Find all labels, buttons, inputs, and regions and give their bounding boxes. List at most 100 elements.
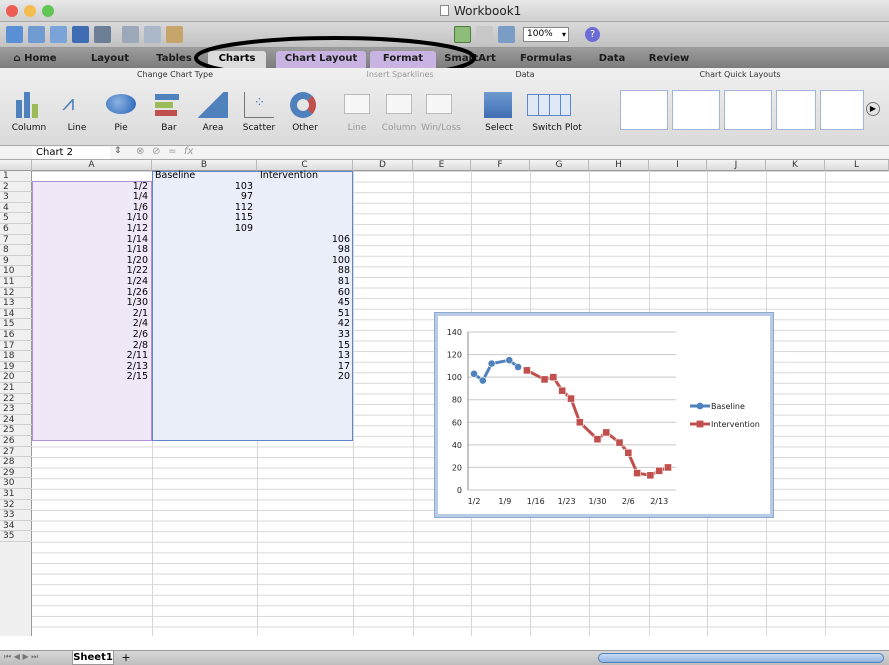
help-icon[interactable]: ? [585, 27, 600, 42]
date-cell[interactable]: 2/15 [32, 372, 148, 383]
area-chart-icon[interactable] [198, 92, 228, 118]
row-header[interactable]: 13 [0, 298, 32, 309]
row-header[interactable]: 17 [0, 341, 32, 352]
row-header[interactable]: 15 [0, 319, 32, 330]
more-layouts-arrow-icon[interactable]: ▶ [866, 102, 880, 116]
column-header[interactable]: I [649, 160, 707, 171]
row-header[interactable]: 6 [0, 224, 32, 235]
row-header[interactable]: 2 [0, 182, 32, 193]
copy-icon[interactable] [144, 26, 161, 43]
sparkline-winloss-icon[interactable] [426, 94, 452, 114]
select-data-icon[interactable] [484, 92, 512, 118]
intervention-cell[interactable]: 20 [257, 372, 350, 383]
intervention-cell[interactable]: 51 [257, 308, 350, 320]
open-icon[interactable] [50, 26, 67, 43]
zoom-select[interactable]: 100% ▾ [523, 27, 569, 42]
save-icon[interactable] [72, 26, 89, 43]
row-header[interactable]: 14 [0, 309, 32, 320]
column-header[interactable]: E [413, 160, 471, 171]
intervention-cell[interactable]: 100 [257, 255, 350, 267]
row-header[interactable]: 35 [0, 531, 32, 542]
header-cell-intervention[interactable]: Intervention [260, 170, 318, 182]
minimize-window-button[interactable] [24, 5, 36, 17]
intervention-cell[interactable]: 81 [257, 276, 350, 288]
row-header[interactable]: 26 [0, 436, 32, 447]
row-header[interactable]: 16 [0, 330, 32, 341]
intervention-cell[interactable]: 15 [257, 340, 350, 352]
other-chart-icon[interactable] [290, 92, 316, 118]
row-header[interactable]: 21 [0, 383, 32, 394]
date-cell[interactable]: 2/6 [32, 329, 148, 341]
scatter-chart-icon[interactable]: ⁘ [244, 92, 274, 118]
sparkline-line-icon[interactable] [344, 94, 370, 114]
date-cell[interactable]: 1/4 [32, 192, 148, 203]
switch-plot-icon[interactable] [527, 94, 571, 116]
tab-review[interactable]: Review [646, 51, 692, 68]
tab-data[interactable]: Data [594, 51, 630, 68]
date-cell[interactable]: 1/30 [32, 298, 148, 309]
function-icon[interactable]: fx [184, 146, 193, 157]
row-header[interactable]: 30 [0, 478, 32, 489]
sparkline-column-icon[interactable] [386, 94, 412, 114]
intervention-cell[interactable]: 106 [257, 234, 350, 246]
intervention-cell[interactable]: 17 [257, 361, 350, 373]
row-header[interactable]: 22 [0, 394, 32, 405]
column-header[interactable]: G [530, 160, 589, 171]
row-header[interactable]: 29 [0, 468, 32, 479]
column-header[interactable]: D [353, 160, 413, 171]
row-header[interactable]: 24 [0, 415, 32, 426]
tab-formulas[interactable]: Formulas [516, 51, 576, 68]
bar-chart-icon[interactable] [155, 92, 183, 118]
name-box-stepper-icon[interactable]: ⇕ [114, 146, 122, 156]
tab-tables[interactable]: Tables [150, 51, 198, 68]
row-header[interactable]: 12 [0, 288, 32, 299]
line-chart-icon[interactable]: ⩘ [62, 90, 92, 118]
zoom-window-button[interactable] [42, 5, 54, 17]
templates-icon[interactable] [28, 26, 45, 43]
toolbox-icon[interactable] [498, 26, 515, 43]
intervention-cell[interactable]: 88 [257, 266, 350, 277]
sheet-tab[interactable]: Sheet1 [72, 651, 114, 665]
date-cell[interactable]: 2/4 [32, 319, 148, 330]
row-header[interactable]: 7 [0, 235, 32, 246]
pie-chart-icon[interactable] [106, 94, 136, 114]
row-header[interactable]: 32 [0, 500, 32, 511]
row-header[interactable]: 33 [0, 510, 32, 521]
column-chart-icon[interactable] [14, 90, 44, 118]
select-all-corner[interactable] [0, 160, 32, 171]
date-cell[interactable]: 1/12 [32, 223, 148, 235]
horizontal-scrollbar[interactable] [598, 653, 884, 663]
sheet-nav-arrows-icon[interactable]: ⏮ ◀ ▶ ⏭ [4, 652, 38, 662]
tab-layout[interactable]: Layout [86, 51, 134, 68]
add-sheet-icon[interactable]: + [118, 651, 134, 665]
intervention-cell[interactable]: 45 [257, 298, 350, 309]
intervention-cell[interactable]: 33 [257, 329, 350, 341]
date-cell[interactable]: 1/24 [32, 276, 148, 288]
column-header[interactable]: J [707, 160, 766, 171]
row-header[interactable]: 3 [0, 192, 32, 203]
row-header[interactable]: 27 [0, 447, 32, 458]
embedded-chart[interactable]: 0 20 40 60 80 100 120 140 1/2 1/9 1/16 1/23 1/30 2/6 2… [435, 313, 773, 517]
row-header[interactable]: 34 [0, 521, 32, 532]
row-header[interactable]: 4 [0, 203, 32, 214]
row-header[interactable]: 19 [0, 362, 32, 373]
row-header[interactable]: 8 [0, 245, 32, 256]
quick-layout-2[interactable] [672, 90, 720, 130]
baseline-cell[interactable]: 103 [152, 181, 253, 193]
quick-layout-1[interactable] [620, 90, 668, 130]
new-workbook-icon[interactable] [6, 26, 23, 43]
row-header[interactable]: 9 [0, 256, 32, 267]
paste-icon[interactable] [166, 26, 183, 43]
equals-icon[interactable]: = [168, 146, 176, 157]
date-cell[interactable]: 2/1 [32, 308, 148, 320]
quick-layout-5[interactable] [820, 90, 864, 130]
header-cell-baseline[interactable]: Baseline [155, 170, 195, 182]
row-header[interactable]: 20 [0, 372, 32, 383]
confirm-formula-icon[interactable]: ⊘ [152, 146, 160, 157]
row-header[interactable]: 5 [0, 213, 32, 224]
column-header[interactable]: A [32, 160, 152, 171]
row-header[interactable]: 25 [0, 425, 32, 436]
intervention-cell[interactable]: 13 [257, 351, 350, 362]
row-header[interactable]: 28 [0, 457, 32, 468]
print-icon[interactable] [94, 26, 111, 43]
